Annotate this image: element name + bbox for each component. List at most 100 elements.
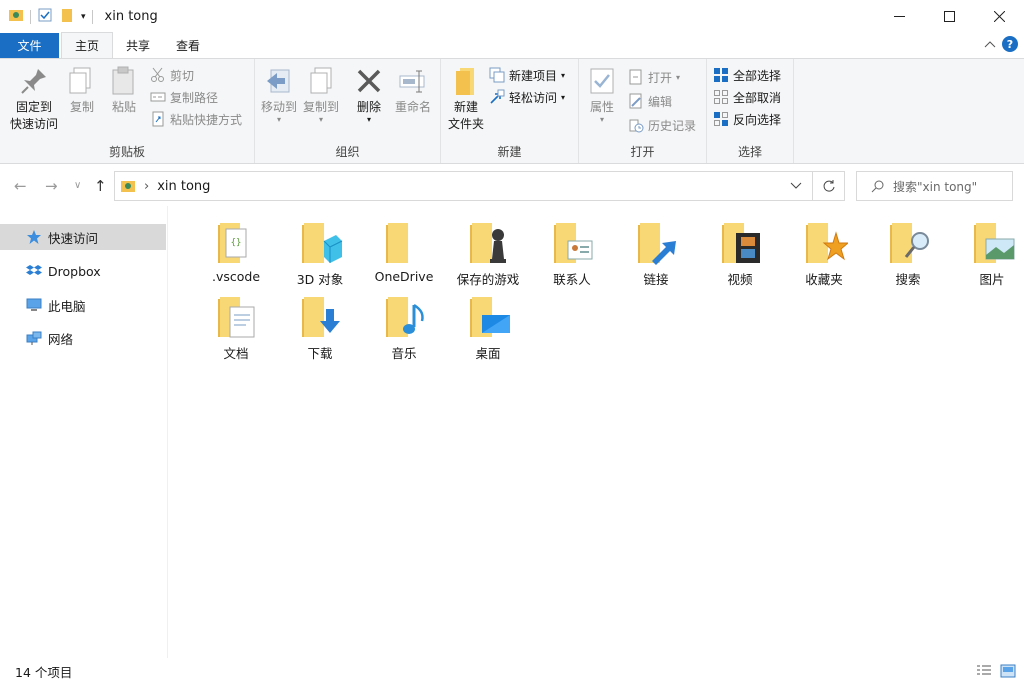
folder-icon [806,223,848,263]
easy-access-button[interactable]: 轻松访问 ▾ [489,87,565,107]
folder-item[interactable]: 链接 [614,219,698,293]
copy-path-icon [150,92,166,102]
copy-icon [69,67,91,94]
collapse-ribbon-icon[interactable] [984,37,996,51]
up-arrow-icon[interactable]: ↑ [94,177,107,195]
copy-path-button[interactable]: 复制路径 [150,87,218,107]
easy-access-dropdown-icon: ▾ [561,92,566,102]
paste-button[interactable]: 粘贴 [106,65,142,116]
copy-to-dropdown-icon: ▾ [318,115,323,124]
pin-icon [21,69,46,94]
breadcrumb-current[interactable]: xin tong [157,179,210,194]
organize-group: 移动到 ▾ 复制到 ▾ 删除 ▾ 重命名 组织 [255,59,441,163]
nav-item-quick-access[interactable]: 快速访问 [0,224,166,250]
edit-button[interactable]: 编辑 [628,91,672,111]
folder-item[interactable]: 视频 [698,219,782,293]
folder-label: 下载 [307,346,333,361]
delete-button[interactable]: 删除 ▾ [353,65,385,124]
folder-item[interactable]: 保存的游戏 [446,219,530,293]
cut-button[interactable]: 剪切 [150,65,194,85]
separator [91,9,93,24]
help-icon[interactable]: ? [1002,36,1018,52]
folder-icon [554,223,593,263]
search-placeholder: 搜索"xin tong" [893,179,978,194]
large-icons-view-icon[interactable] [1000,664,1016,681]
star-icon [27,230,41,244]
move-to-dropdown-icon: ▾ [276,115,281,124]
folder-label: 联系人 [553,272,591,287]
user-folder-icon [121,181,135,192]
open-group: 属性 ▾ 打开 ▾ 编辑 历史记录 打开 [579,59,707,163]
nav-item-this-pc[interactable]: 此电脑 [0,292,166,318]
nav-item-network[interactable]: 网络 [0,325,166,351]
breadcrumb-separator-icon[interactable]: › [144,179,149,194]
tab-home[interactable]: 主页 [61,32,114,58]
properties-dropdown-icon: ▾ [599,115,604,124]
new-folder-button[interactable]: 新建 文件夹 [443,65,489,133]
folder-item[interactable]: 下载 [278,293,362,367]
rename-button[interactable]: 重命名 [391,65,435,116]
new-folder-qat-icon[interactable] [59,7,75,26]
folder-icon [386,223,408,263]
minimize-button[interactable] [874,0,924,33]
folder-item[interactable]: OneDrive [362,219,446,293]
folder-item[interactable]: 音乐 [362,293,446,367]
delete-x-icon [357,69,381,93]
window-title: xin tong [104,9,158,24]
select-group: 全部选择 全部取消 反向选择 选择 [707,59,794,163]
copy-to-button[interactable]: 复制到 ▾ [301,65,341,124]
open-group-label: 打开 [630,145,655,159]
status-bar: 14 个项目 [0,658,1024,685]
folder-label: 3D 对象 [296,272,344,287]
refresh-button[interactable] [812,172,844,200]
invert-selection-button[interactable]: 反向选择 [713,109,781,129]
open-button[interactable]: 打开 ▾ [628,67,680,87]
select-none-button[interactable]: 全部取消 [713,87,781,107]
navigation-pane: 快速访问 Dropbox 此电脑 网络 [0,206,168,658]
nav-item-dropbox[interactable]: Dropbox [0,258,166,284]
clipboard-group-label: 剪贴板 [108,145,145,159]
properties-button[interactable]: 属性 ▾ [585,65,619,124]
folder-icon [218,297,255,338]
new-item-button[interactable]: 新建项目 ▾ [489,65,565,85]
folder-item[interactable]: 收藏夹 [782,219,866,293]
back-arrow-icon[interactable]: ← [14,177,27,195]
folder-item[interactable]: 图片 [950,219,1024,293]
scissors-icon [151,67,164,82]
history-button[interactable]: 历史记录 [628,115,696,135]
properties-qat-icon[interactable] [37,7,53,26]
folder-label: .vscode [211,269,261,284]
folder-item[interactable]: 文档 [194,293,278,367]
search-icon [871,180,884,193]
forward-arrow-icon[interactable]: → [45,177,58,195]
folder-item[interactable]: 桌面 [446,293,530,367]
tab-share[interactable]: 共享 [113,33,163,58]
address-dropdown-icon[interactable] [790,179,802,193]
folder-label: 桌面 [475,346,501,361]
paste-shortcut-button[interactable]: 粘贴快捷方式 [150,109,242,129]
edit-icon [629,93,642,109]
folder-item[interactable]: 3D 对象 [278,219,362,293]
tab-view[interactable]: 查看 [163,33,213,58]
folder-item[interactable]: {} .vscode [194,219,278,293]
pin-quick-access-button[interactable]: 固定到 快速访问 [6,65,62,133]
qat-dropdown-icon[interactable]: ▾ [81,12,86,22]
move-to-button[interactable]: 移动到 ▾ [259,65,299,124]
copy-button[interactable]: 复制 [66,65,98,116]
recent-locations-chevron-icon[interactable]: ∨ [74,180,81,191]
separator [30,9,31,24]
folder-label: 收藏夹 [805,272,843,287]
app-folder-icon[interactable] [8,7,24,26]
tab-file[interactable]: 文件 [0,33,59,58]
folder-item[interactable]: 搜索 [866,219,950,293]
title-bar: ▾ xin tong [0,0,1024,33]
maximize-button[interactable] [924,0,974,33]
folder-label: 保存的游戏 [456,272,520,287]
svg-text:{}: {} [231,238,242,248]
address-bar[interactable]: › xin tong [114,171,845,201]
close-button[interactable] [974,0,1024,33]
details-view-icon[interactable] [976,664,992,681]
select-all-button[interactable]: 全部选择 [713,65,781,85]
folder-item[interactable]: 联系人 [530,219,614,293]
search-box[interactable]: 搜索"xin tong" [856,171,1013,201]
